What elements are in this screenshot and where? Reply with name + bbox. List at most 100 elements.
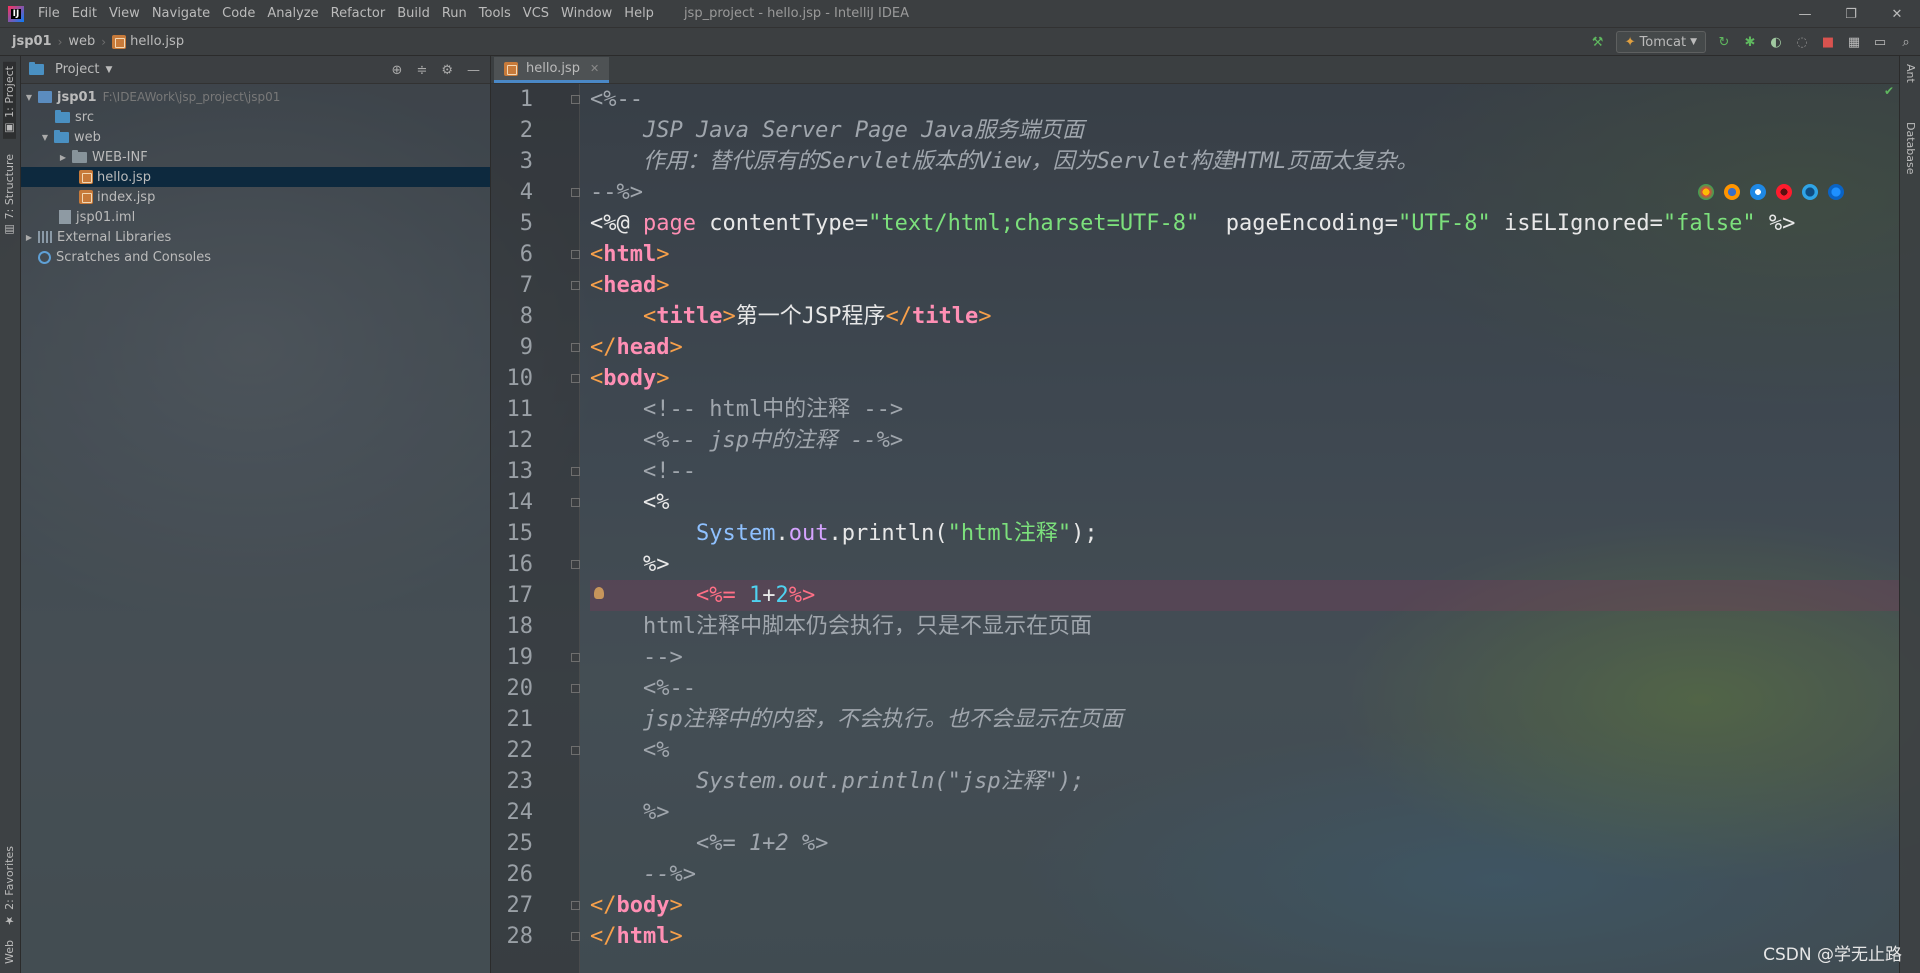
- menu-edit[interactable]: Edit: [66, 0, 103, 28]
- menu-run[interactable]: Run: [436, 0, 473, 28]
- fold-marker-icon[interactable]: [571, 498, 580, 507]
- firefox-icon[interactable]: [1724, 184, 1740, 200]
- code-token: --%>: [590, 180, 643, 205]
- tree-item-jsp01-iml[interactable]: jsp01.iml: [21, 207, 490, 227]
- editor-gutter: 1 2 3 4 5 6 7 8 9 10 11 12 13 14 15 16 1…: [491, 84, 580, 973]
- gear-icon[interactable]: ⚙: [441, 63, 453, 78]
- fold-marker-icon[interactable]: [571, 560, 580, 569]
- structure-tool-label: 7: Structure: [3, 154, 16, 220]
- right-tool-strip: Ant Database: [1899, 56, 1920, 973]
- tree-item-label: hello.jsp: [97, 169, 151, 185]
- profile-icon[interactable]: ◌: [1794, 34, 1810, 50]
- line-number: 7: [519, 273, 533, 298]
- stop-icon[interactable]: ■: [1820, 34, 1836, 50]
- close-tab-icon[interactable]: ✕: [590, 62, 599, 75]
- tree-item-scratches[interactable]: Scratches and Consoles: [21, 247, 490, 267]
- coverage-icon[interactable]: ◐: [1768, 34, 1784, 50]
- fold-marker-icon[interactable]: [571, 746, 580, 755]
- code-token: pageEncoding=: [1199, 211, 1398, 236]
- tree-item-jsp01[interactable]: ▼ jsp01 F:\IDEAWork\jsp_project\jsp01: [21, 87, 490, 107]
- project-tool-button[interactable]: ▣ 1: Project: [3, 62, 16, 139]
- breadcrumb-project[interactable]: jsp01: [0, 34, 56, 49]
- inspection-ok-icon[interactable]: ✔: [1884, 84, 1894, 98]
- layout-icon[interactable]: ▭: [1872, 34, 1888, 50]
- tab-hello-jsp[interactable]: hello.jsp ✕: [494, 57, 610, 83]
- tree-item-external-libraries[interactable]: ▶ External Libraries: [21, 227, 490, 247]
- fold-marker-icon[interactable]: [571, 281, 580, 290]
- breadcrumb-file[interactable]: hello.jsp: [108, 34, 188, 49]
- opera-icon[interactable]: [1776, 184, 1792, 200]
- menu-vcs[interactable]: VCS: [517, 0, 555, 28]
- code-line-25: <%= 1+2 %>: [590, 828, 1899, 859]
- menu-code[interactable]: Code: [216, 0, 261, 28]
- project-view-icon: [29, 62, 44, 75]
- tree-item-index-jsp[interactable]: index.jsp: [21, 187, 490, 207]
- fold-marker-icon[interactable]: [571, 467, 580, 476]
- breadcrumb-folder[interactable]: web: [64, 34, 99, 49]
- chevron-down-icon[interactable]: ▼: [105, 65, 112, 75]
- collapse-arrow-icon[interactable]: ▶: [23, 233, 35, 242]
- menu-file[interactable]: File: [32, 0, 66, 28]
- locate-file-icon[interactable]: ⊕: [392, 63, 403, 78]
- debug-icon[interactable]: ✱: [1742, 34, 1758, 50]
- fold-marker-icon[interactable]: [571, 684, 580, 693]
- expand-arrow-icon[interactable]: ▼: [39, 133, 51, 142]
- code-token: head: [616, 335, 670, 360]
- menu-analyze[interactable]: Analyze: [261, 0, 324, 28]
- hide-panel-icon[interactable]: —: [467, 63, 480, 78]
- line-number: 14: [506, 490, 534, 515]
- code-token: <%: [590, 490, 670, 515]
- code-line-9: </head>: [590, 335, 683, 360]
- project-panel-title[interactable]: Project: [55, 62, 99, 77]
- tree-item-hello-jsp[interactable]: hello.jsp: [21, 167, 490, 187]
- fold-marker-icon[interactable]: [571, 250, 580, 259]
- web-tool-label: Web: [3, 940, 16, 964]
- chrome-icon[interactable]: [1698, 184, 1714, 200]
- code-token: title: [911, 304, 979, 329]
- menu-navigate[interactable]: Navigate: [146, 0, 216, 28]
- code-line-23: System.out.println("jsp注释");: [590, 766, 1899, 797]
- structure-tool-button[interactable]: ▤ 7: Structure: [3, 154, 16, 236]
- code-token: .println(: [828, 521, 948, 546]
- collapse-arrow-icon[interactable]: ▶: [57, 153, 69, 162]
- fold-marker-icon[interactable]: [571, 932, 580, 941]
- menu-help[interactable]: Help: [618, 0, 660, 28]
- line-number: 12: [506, 428, 534, 453]
- menu-refactor[interactable]: Refactor: [325, 0, 392, 28]
- fold-marker-icon[interactable]: [571, 343, 580, 352]
- code-token: .: [775, 521, 789, 546]
- fold-marker-icon[interactable]: [571, 95, 580, 104]
- menu-window[interactable]: Window: [555, 0, 618, 28]
- run-configuration-select[interactable]: ✦ Tomcat ▼: [1615, 31, 1706, 53]
- search-icon[interactable]: ⌕: [1898, 34, 1914, 50]
- menu-build[interactable]: Build: [391, 0, 436, 28]
- favorites-tool-button[interactable]: ★ 2: Favorites: [3, 846, 16, 927]
- tree-item-web-inf[interactable]: ▶ WEB-INF: [21, 147, 490, 167]
- code-area[interactable]: 1 2 3 4 5 6 7 8 9 10 11 12 13 14 15 16 1…: [491, 84, 1899, 973]
- fold-marker-icon[interactable]: [571, 901, 580, 910]
- project-structure-icon[interactable]: ▦: [1846, 34, 1862, 50]
- browser-preview-toolbar: [1698, 184, 1844, 200]
- fold-marker-icon[interactable]: [571, 374, 580, 383]
- menu-tools[interactable]: Tools: [473, 0, 517, 28]
- safari-icon[interactable]: [1750, 184, 1766, 200]
- collapse-all-icon[interactable]: ≑: [416, 63, 427, 78]
- expand-arrow-icon[interactable]: ▼: [23, 93, 35, 102]
- edge-icon[interactable]: [1828, 184, 1844, 200]
- menu-view[interactable]: View: [103, 0, 146, 28]
- internet-explorer-icon[interactable]: [1802, 184, 1818, 200]
- code-line-20: <%--: [590, 673, 1899, 704]
- web-tool-button[interactable]: Web: [3, 940, 16, 964]
- fold-marker-icon[interactable]: [571, 188, 580, 197]
- minimize-button[interactable]: —: [1782, 0, 1828, 28]
- fold-marker-icon[interactable]: [571, 653, 580, 662]
- close-button[interactable]: ✕: [1874, 0, 1920, 28]
- tree-item-src[interactable]: src: [21, 107, 490, 127]
- line-number: 23: [506, 769, 534, 794]
- restore-button[interactable]: ❐: [1828, 0, 1874, 28]
- build-hammer-icon[interactable]: ⚒: [1590, 34, 1606, 50]
- tree-item-web[interactable]: ▼ web: [21, 127, 490, 147]
- rerun-icon[interactable]: ↻: [1716, 34, 1732, 50]
- database-tool-button[interactable]: Database: [1904, 122, 1917, 175]
- ant-tool-button[interactable]: Ant: [1904, 64, 1917, 83]
